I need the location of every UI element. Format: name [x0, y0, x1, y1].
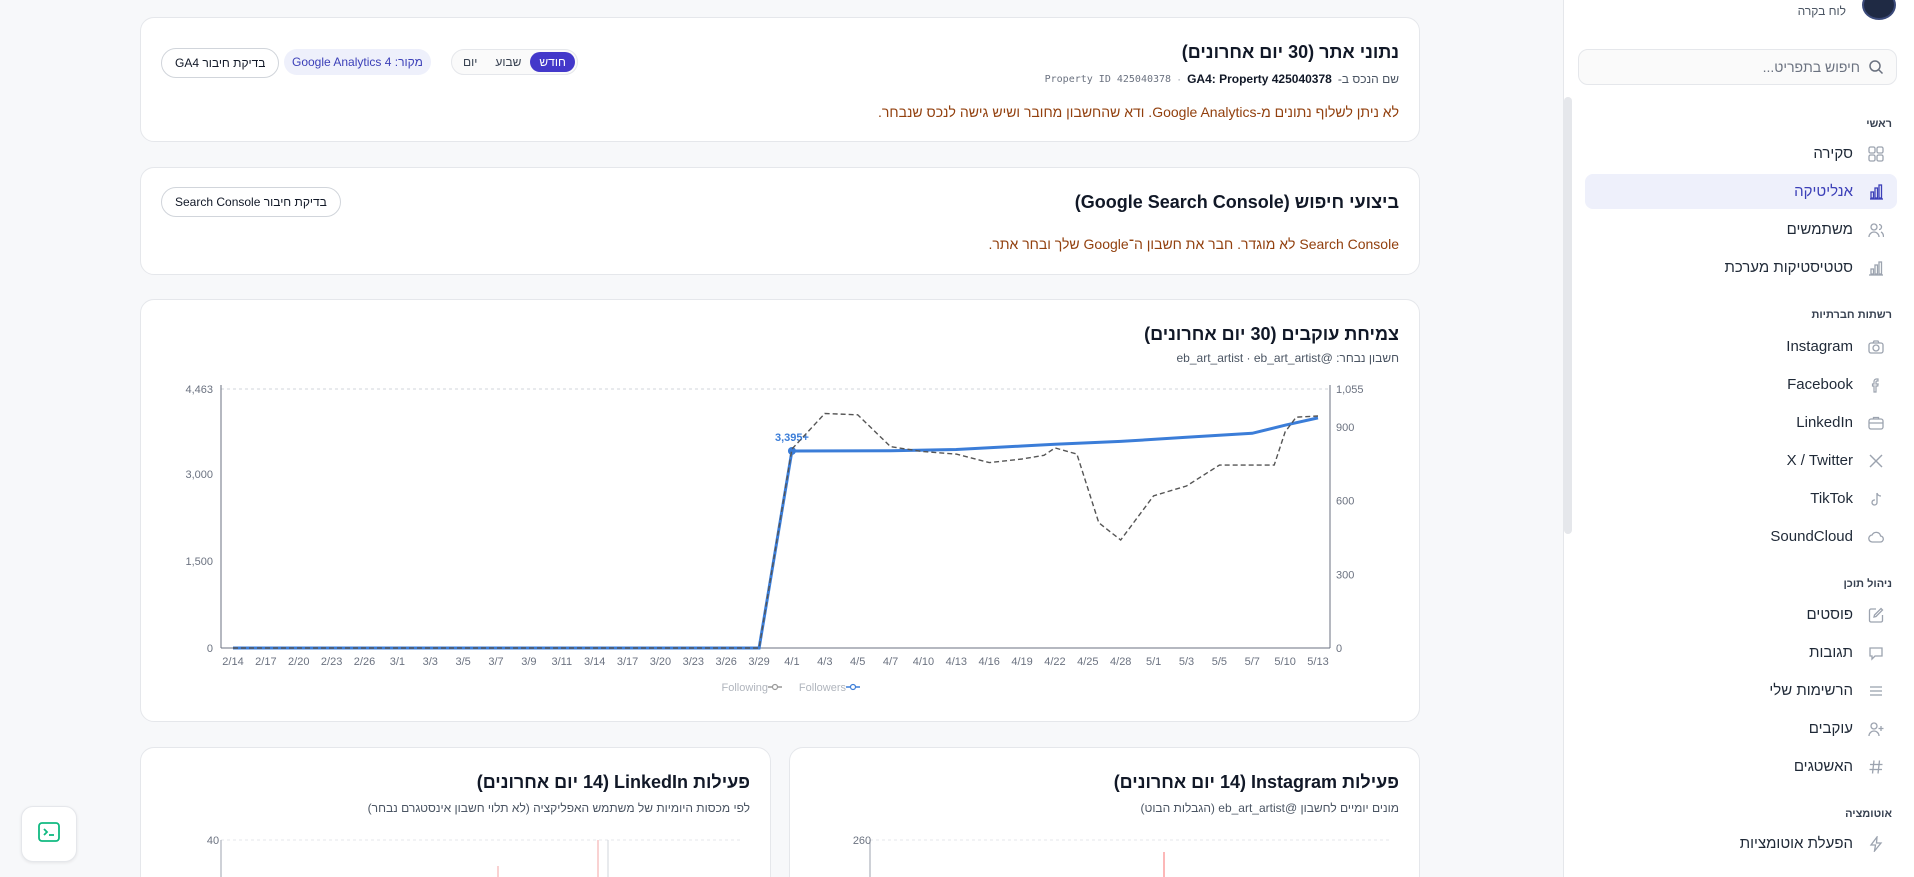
sidebar-item-bar-chart[interactable]: אנליטיקה — [1585, 174, 1897, 209]
period-month[interactable]: חודש — [530, 52, 575, 72]
search-console-warning: Search Console לא מוגדר. חבר את חשבון ה־… — [988, 236, 1399, 252]
sidebar-section-title: ראשי — [1866, 118, 1892, 130]
sidebar-item-grid[interactable]: סקירה — [1585, 136, 1897, 171]
source-badge: מקור: Google Analytics 4 — [284, 49, 431, 75]
users-icon — [1867, 221, 1885, 239]
search-card-title: ביצועי חיפוש (Google Search Console) — [1074, 192, 1399, 212]
sidebar-item-label: פוסטים — [1806, 606, 1853, 623]
cloud-icon — [1867, 528, 1885, 546]
sidebar-item-label: עוקבים — [1808, 720, 1853, 737]
sidebar: לוח בקרה ראשי סקירה אנליטיקה משתמשים סטטיסטי… — [1563, 0, 1914, 877]
camera-icon — [1867, 338, 1885, 356]
avatar[interactable] — [1862, 0, 1896, 20]
followers-growth-card: צמיחת עוקבים (30 יום אחרונים) חשבון נבחר… — [140, 299, 1420, 722]
linkedin-chart: 40 — [207, 835, 741, 877]
sidebar-section-title: ניהול תוכן — [1843, 578, 1892, 590]
sidebar-item-user-plus[interactable]: עוקבים — [1585, 711, 1897, 746]
sidebar-item-comment[interactable]: תגובות — [1585, 635, 1897, 670]
music-note-icon — [1867, 490, 1885, 508]
check-search-console-button[interactable]: בדיקת חיבור Search Console — [161, 187, 341, 217]
search-icon — [1868, 59, 1884, 75]
linkedin-ytick: 40 — [207, 835, 219, 847]
user-plus-icon — [1867, 720, 1885, 738]
property-value: GA4: Property 425040378 — [1187, 72, 1332, 86]
instagram-ytick: 260 — [853, 835, 871, 847]
sidebar-item-stats[interactable]: סטטיסטיקות מערכת — [1585, 250, 1897, 285]
linkedin-activity-card: פעילות LinkedIn (14 יום אחרונים) לפי מכס… — [140, 747, 771, 877]
sidebar-item-instagram[interactable]: Instagram — [1585, 329, 1897, 364]
site-data-card: נתוני אתר (30 יום אחרונים) שם הנכס ב- GA… — [140, 17, 1420, 142]
list-icon — [1867, 682, 1885, 700]
bolt-icon — [1867, 835, 1885, 853]
bar-chart-icon — [1867, 183, 1885, 201]
dashboard-link[interactable]: לוח בקרה — [1798, 4, 1846, 18]
check-ga4-button[interactable]: בדיקת חיבור GA4 — [161, 48, 280, 78]
terminal-button[interactable] — [21, 806, 77, 862]
followers-card-subtitle: חשבון נבחר: @eb_art_artist · eb_art_arti… — [1176, 351, 1400, 365]
hashtag-icon — [1867, 758, 1885, 776]
edit-icon — [1867, 606, 1885, 624]
sidebar-item-label: X / Twitter — [1786, 452, 1853, 469]
period-week[interactable]: שבוע — [486, 52, 530, 72]
grid-icon — [1867, 145, 1885, 163]
sidebar-item-label: האשטגים — [1793, 758, 1853, 775]
sidebar-search-input[interactable] — [1600, 59, 1860, 75]
sidebar-item-x-twitter[interactable]: X / Twitter — [1585, 443, 1897, 478]
separator: · — [1177, 72, 1182, 86]
sidebar-scrollbar[interactable] — [1564, 97, 1572, 534]
property-id: Property ID 425040378 — [1044, 73, 1172, 85]
sidebar-item-edit[interactable]: פוסטים — [1585, 597, 1897, 632]
sidebar-section-title: אוטומציה — [1845, 808, 1892, 820]
sidebar-item-facebook[interactable]: Facebook — [1585, 367, 1897, 402]
sidebar-item-label: אנליטיקה — [1794, 183, 1853, 200]
sidebar-item-linkedin[interactable]: LinkedIn — [1585, 405, 1897, 440]
site-property-line: שם הנכס ב- GA4: Property 425040378 · Pro… — [1045, 72, 1399, 86]
search-performance-card: ביצועי חיפוש (Google Search Console) Sea… — [140, 167, 1420, 275]
briefcase-icon — [1867, 414, 1885, 432]
sidebar-item-label: Instagram — [1786, 338, 1853, 355]
sidebar-item-tiktok[interactable]: TikTok — [1585, 481, 1897, 516]
stats-icon — [1867, 259, 1885, 277]
ga-warning: לא ניתן לשלוף נתונים מ-Google Analytics.… — [878, 104, 1399, 120]
sidebar-item-label: סקירה — [1813, 145, 1853, 162]
x-icon — [1867, 452, 1885, 470]
facebook-icon — [1867, 376, 1885, 394]
sidebar-item-label: Facebook — [1787, 376, 1853, 393]
followers-card-title: צמיחת עוקבים (30 יום אחרונים) — [1144, 324, 1399, 344]
instagram-activity-card: פעילות Instagram (14 יום אחרונים) מונים … — [789, 747, 1420, 877]
sidebar-item-users[interactable]: משתמשים — [1585, 212, 1897, 247]
property-label: שם הנכס ב- — [1337, 72, 1399, 86]
sidebar-item-label: TikTok — [1810, 490, 1853, 507]
sidebar-search[interactable] — [1578, 49, 1897, 85]
sidebar-item-label: תגובות — [1809, 644, 1853, 661]
instagram-chart: 260 — [853, 835, 1390, 877]
sidebar-item-hashtag[interactable]: האשטגים — [1585, 749, 1897, 784]
comment-icon — [1867, 644, 1885, 662]
sidebar-item-label: הפעלת אוטומציות — [1739, 835, 1853, 852]
sidebar-item-label: משתמשים — [1786, 221, 1853, 238]
sidebar-item-list[interactable]: הרשימות שלי — [1585, 673, 1897, 708]
sidebar-item-label: LinkedIn — [1796, 414, 1853, 431]
sidebar-item-label: הרשימות שלי — [1769, 682, 1853, 699]
sidebar-item-label: סטטיסטיקות מערכת — [1724, 259, 1853, 276]
period-day[interactable]: יום — [454, 52, 486, 72]
sidebar-item-label: SoundCloud — [1770, 528, 1853, 545]
sidebar-item-bolt[interactable]: הפעלת אוטומציות — [1585, 826, 1897, 861]
sidebar-header: לוח בקרה — [1563, 0, 1914, 28]
sidebar-section-title: רשתות חברתיות — [1811, 309, 1892, 321]
site-card-title: נתוני אתר (30 יום אחרונים) — [1181, 42, 1399, 62]
sidebar-item-soundcloud[interactable]: SoundCloud — [1585, 519, 1897, 554]
terminal-icon — [37, 820, 61, 849]
period-selector: יום שבוע חודש — [451, 49, 578, 75]
